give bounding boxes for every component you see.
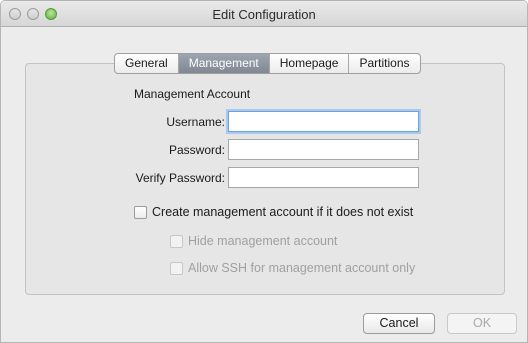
management-account-heading: Management Account: [134, 87, 251, 101]
password-field[interactable]: [228, 139, 419, 160]
tab-management[interactable]: Management: [178, 54, 270, 73]
allow-ssh-label: Allow SSH for management account only: [188, 261, 416, 275]
tab-bar: General Management Homepage Partitions: [114, 53, 421, 74]
allow-ssh-checkbox[interactable]: [170, 261, 183, 275]
tab-partitions[interactable]: Partitions: [349, 54, 419, 73]
edit-configuration-window: Edit Configuration General Management Ho…: [0, 0, 528, 343]
create-account-checkbox[interactable]: [134, 205, 147, 219]
username-label: Username:: [166, 115, 225, 129]
verify-password-label: Verify Password:: [135, 171, 225, 185]
username-field[interactable]: [228, 111, 419, 132]
hide-account-checkbox[interactable]: [170, 234, 183, 248]
ok-button[interactable]: OK: [447, 313, 517, 334]
hide-account-option[interactable]: Hide management account: [170, 234, 337, 248]
cancel-button[interactable]: Cancel: [363, 313, 435, 334]
hide-account-label: Hide management account: [188, 234, 338, 248]
tab-homepage[interactable]: Homepage: [270, 54, 350, 73]
password-label: Password:: [168, 143, 225, 157]
allow-ssh-option[interactable]: Allow SSH for management account only: [170, 261, 415, 275]
window-title: Edit Configuration: [212, 7, 316, 22]
create-account-option[interactable]: Create management account if it does not…: [134, 205, 413, 219]
tab-general[interactable]: General: [115, 54, 179, 73]
title-bar: Edit Configuration: [1, 1, 527, 27]
create-account-label: Create management account if it does not…: [152, 205, 414, 219]
verify-password-field[interactable]: [228, 167, 419, 188]
